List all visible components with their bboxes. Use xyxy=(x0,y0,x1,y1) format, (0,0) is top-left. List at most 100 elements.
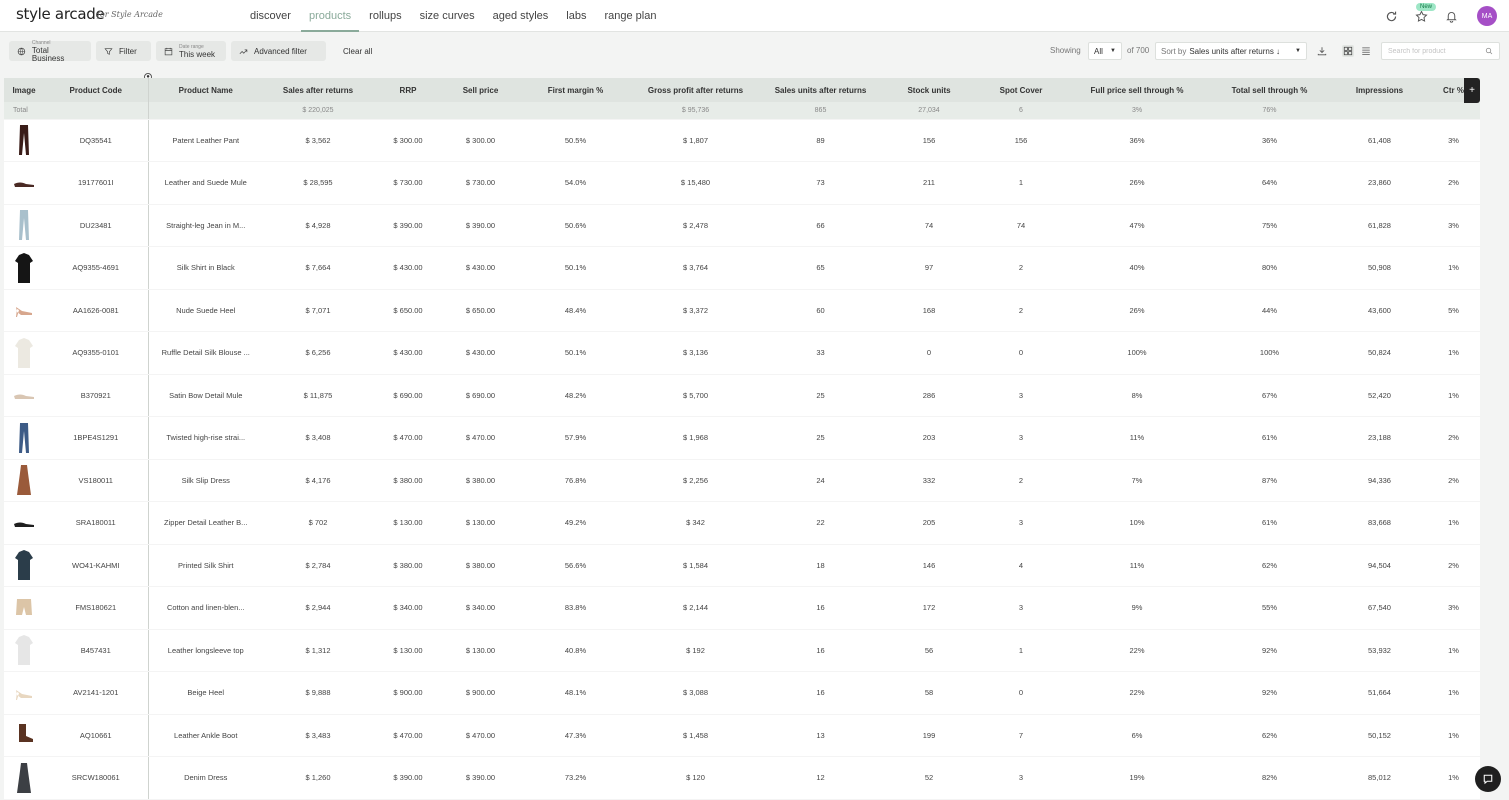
col-header-gross-profit[interactable]: Gross profit after returns xyxy=(633,78,758,102)
cell-total-sell-through: 92% xyxy=(1207,671,1332,715)
grid-icon[interactable] xyxy=(1342,45,1354,57)
cell-product-name[interactable]: Silk Shirt in Black xyxy=(148,246,263,290)
nav-rollups[interactable]: rollups xyxy=(361,0,409,32)
table-row[interactable]: AQ9355-4691 Silk Shirt in Black $ 7,664 $ 4… xyxy=(4,246,1480,290)
nav-discover[interactable]: discover xyxy=(242,0,299,32)
total-cell xyxy=(44,102,149,120)
table-row[interactable]: B370921 Satin Bow Detail Mule $ 11,875 $ 69… xyxy=(4,374,1480,417)
col-header-rrp[interactable]: RRP xyxy=(373,78,443,102)
download-icon[interactable] xyxy=(1316,45,1328,57)
table-row[interactable]: B457431 Leather longsleeve top $ 1,312 $ 13… xyxy=(4,629,1480,672)
cell-first-margin: 73.2% xyxy=(518,756,633,800)
cell-product-name[interactable]: Beige Heel xyxy=(148,671,263,715)
cell-product-name[interactable]: Zipper Detail Leather B... xyxy=(148,501,263,545)
product-image[interactable] xyxy=(4,501,44,545)
col-header-full-price-sell-through[interactable]: Full price sell through % xyxy=(1067,78,1207,102)
product-image[interactable] xyxy=(4,331,44,375)
date-range-selector[interactable]: Date range This week xyxy=(156,41,226,61)
col-header-product-code[interactable]: Product Code xyxy=(44,78,149,102)
table-row[interactable]: WO41-KAHMI Printed Silk Shirt $ 2,784 $ 380… xyxy=(4,544,1480,587)
product-image[interactable] xyxy=(4,161,44,205)
col-header-total-sell-through[interactable]: Total sell through % xyxy=(1207,78,1332,102)
cell-product-name[interactable]: Satin Bow Detail Mule xyxy=(148,374,263,417)
cell-sales-after-returns: $ 4,176 xyxy=(263,459,373,502)
product-image[interactable] xyxy=(4,544,44,587)
product-image[interactable] xyxy=(4,416,44,460)
refresh-icon[interactable] xyxy=(1383,8,1399,24)
avatar[interactable]: MA xyxy=(1477,6,1497,26)
showing-select[interactable]: All ▼ xyxy=(1088,42,1122,60)
cell-product-name[interactable]: Nude Suede Heel xyxy=(148,289,263,332)
cell-product-name[interactable]: Leather longsleeve top xyxy=(148,629,263,672)
cell-product-name[interactable]: Cotton and linen-blen... xyxy=(148,586,263,630)
cell-product-name[interactable]: Leather and Suede Mule xyxy=(148,161,263,205)
product-image[interactable] xyxy=(4,586,44,630)
search-input[interactable] xyxy=(1388,47,1478,55)
col-header-product-name[interactable]: Product Name xyxy=(148,78,263,102)
chat-button[interactable] xyxy=(1475,766,1501,792)
search-box[interactable] xyxy=(1381,42,1500,60)
product-image[interactable] xyxy=(4,671,44,715)
advanced-filter-button[interactable]: Advanced filter xyxy=(231,41,326,61)
product-image[interactable] xyxy=(4,246,44,290)
clear-all-button[interactable]: Clear all xyxy=(343,47,372,56)
add-column-button[interactable]: + xyxy=(1464,78,1480,103)
col-header-sales-units[interactable]: Sales units after returns xyxy=(758,78,883,102)
col-header-impressions[interactable]: Impressions xyxy=(1332,78,1427,102)
table-row[interactable]: AQ9355-0101 Ruffle Detail Silk Blouse ...… xyxy=(4,331,1480,375)
nav-size-curves[interactable]: size curves xyxy=(412,0,483,32)
app-logo[interactable]: style arcade xyxy=(16,5,105,23)
cell-product-name[interactable]: Ruffle Detail Silk Blouse ... xyxy=(148,331,263,375)
table-row[interactable]: 1BPE4S1291 Twisted high-rise strai... $ 3,… xyxy=(4,416,1480,460)
cell-product-name[interactable]: Twisted high-rise strai... xyxy=(148,416,263,460)
table-row[interactable]: 19177601I Leather and Suede Mule $ 28,595 $… xyxy=(4,161,1480,205)
table-row[interactable]: FMS180621 Cotton and linen-blen... $ 2,944… xyxy=(4,586,1480,630)
table-row[interactable]: DQ35541 Patent Leather Pant $ 3,562 $ 300.0… xyxy=(4,119,1480,162)
cell-spot-cover: 74 xyxy=(975,204,1067,247)
cell-ctr: 3% xyxy=(1427,204,1480,247)
cell-full-price-sell-through: 11% xyxy=(1067,416,1207,460)
cell-rrp: $ 900.00 xyxy=(373,671,443,715)
table-row[interactable]: SRCW180061 Denim Dress $ 1,260 $ 390.00 $ 39… xyxy=(4,756,1480,800)
cell-product-name[interactable]: Denim Dress xyxy=(148,756,263,800)
nav-labs[interactable]: labs xyxy=(558,0,594,32)
product-image[interactable] xyxy=(4,629,44,672)
product-image[interactable] xyxy=(4,374,44,417)
col-header-image[interactable]: Image xyxy=(4,78,44,102)
col-header-sales-after-returns[interactable]: Sales after returns xyxy=(263,78,373,102)
product-image[interactable] xyxy=(4,204,44,247)
cell-product-name[interactable]: Silk Slip Dress xyxy=(148,459,263,502)
sort-select[interactable]: Sort by Sales units after returns ↓ ▼ xyxy=(1155,42,1307,60)
table-row[interactable]: SRA180011 Zipper Detail Leather B... $ 702… xyxy=(4,501,1480,545)
nav-products[interactable]: products xyxy=(300,0,360,32)
col-header-first-margin[interactable]: First margin % xyxy=(518,78,633,102)
star-icon[interactable]: New xyxy=(1413,3,1437,24)
col-header-stock-units[interactable]: Stock units xyxy=(883,78,975,102)
product-image[interactable] xyxy=(4,289,44,332)
channel-selector[interactable]: Channel Total Business xyxy=(9,40,91,63)
bell-icon[interactable] xyxy=(1443,8,1459,24)
table-row[interactable]: DU23481 Straight-leg Jean in M... $ 4,928 $… xyxy=(4,204,1480,247)
cell-product-name[interactable]: Straight-leg Jean in M... xyxy=(148,204,263,247)
cell-rrp: $ 470.00 xyxy=(373,714,443,757)
table-row[interactable]: AV2141-1201 Beige Heel $ 9,888 $ 900.00 $ 90… xyxy=(4,671,1480,715)
nav-aged-styles[interactable]: aged styles xyxy=(485,0,557,32)
cell-product-name[interactable]: Printed Silk Shirt xyxy=(148,544,263,587)
col-header-spot-cover[interactable]: Spot Cover xyxy=(975,78,1067,102)
table-row[interactable]: AA1626-0081 Nude Suede Heel $ 7,071 $ 650.0… xyxy=(4,289,1480,332)
table-row[interactable]: AQ10661 Leather Ankle Boot $ 3,483 $ 470.00… xyxy=(4,714,1480,757)
product-image[interactable] xyxy=(4,714,44,757)
product-image[interactable] xyxy=(4,119,44,162)
col-header-sell-price[interactable]: Sell price xyxy=(443,78,518,102)
table-row[interactable]: VS180011 Silk Slip Dress $ 4,176 $ 380.00 $ … xyxy=(4,459,1480,502)
nav-range-plan[interactable]: range plan xyxy=(596,0,664,32)
main-nav: discover products rollups size curves ag… xyxy=(242,0,666,32)
cell-product-name[interactable]: Patent Leather Pant xyxy=(148,119,263,162)
product-image[interactable] xyxy=(4,756,44,800)
chat-icon xyxy=(1483,774,1493,785)
list-icon[interactable] xyxy=(1360,45,1372,57)
filter-button[interactable]: Filter xyxy=(96,41,151,61)
cell-spot-cover: 2 xyxy=(975,246,1067,290)
product-image[interactable] xyxy=(4,459,44,502)
cell-product-name[interactable]: Leather Ankle Boot xyxy=(148,714,263,757)
